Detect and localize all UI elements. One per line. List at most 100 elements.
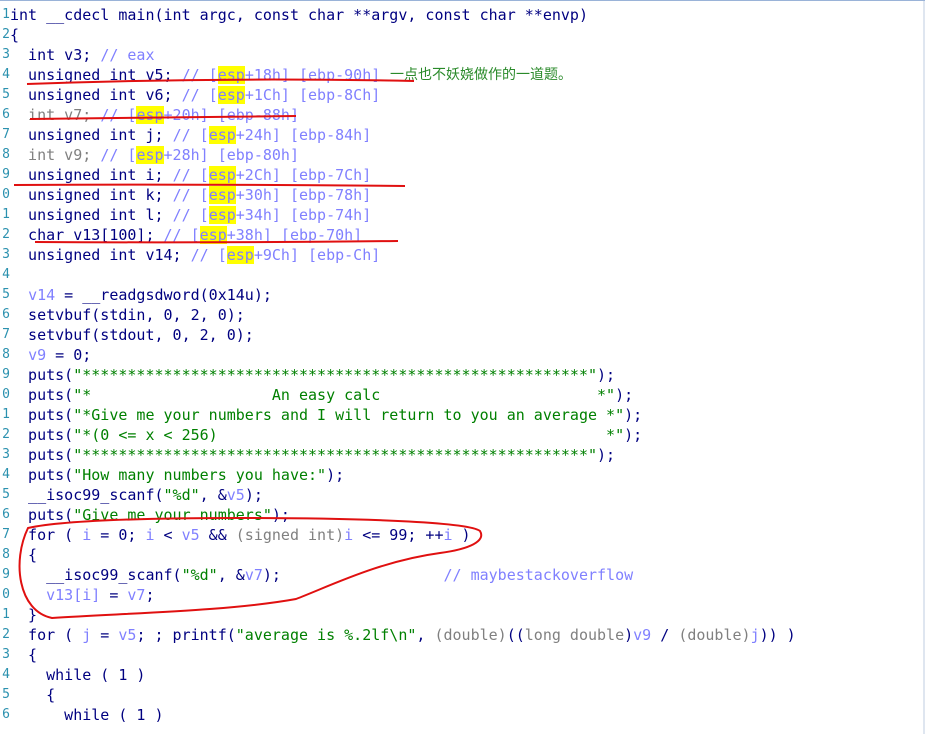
line-number: 8 xyxy=(2,147,10,162)
decl: unsigned int k; xyxy=(10,186,173,204)
comment: +1Ch] [ebp-8Ch] xyxy=(244,86,381,104)
code-line-23[interactable]: puts("**********************************… xyxy=(10,445,615,465)
stmt: ); xyxy=(597,446,616,464)
line-number: 0 xyxy=(2,587,10,602)
line-number: 5 xyxy=(2,287,10,302)
code-line-17[interactable]: setvbuf(stdout, 0, 2, 0); xyxy=(10,325,254,345)
code-line-25[interactable]: __isoc99_scanf("%d", &v5); xyxy=(10,485,263,505)
code-line-11[interactable]: unsigned int l; // [esp+34h] [ebp-74h] xyxy=(10,205,371,225)
decl: char v13[100]; xyxy=(10,226,164,244)
decl: int v9; xyxy=(10,146,101,164)
line-number: 3 xyxy=(2,647,10,662)
string: "* An easy calc *" xyxy=(73,386,616,404)
comment: // [ xyxy=(100,106,137,124)
stmt: < xyxy=(154,526,182,544)
code-line-29[interactable]: __isoc99_scanf("%d", &v7); // maybestack… xyxy=(10,565,633,585)
string: "average is %.2lf\n" xyxy=(235,626,417,644)
stmt: while ( 1 ) xyxy=(10,706,164,724)
line-number: 3 xyxy=(2,47,10,62)
code-line-9[interactable]: unsigned int i; // [esp+2Ch] [ebp-7Ch] xyxy=(10,165,371,185)
brace: { xyxy=(10,686,56,704)
stmt: ) xyxy=(452,526,471,544)
decl: unsigned int j; xyxy=(10,126,173,144)
variable: v9 xyxy=(28,346,47,364)
code-line-18[interactable]: v9 = 0; xyxy=(10,345,91,365)
decl: int v3; xyxy=(10,46,101,64)
code-line-24[interactable]: puts("How many numbers you have:"); xyxy=(10,465,344,485)
comment: // [ xyxy=(172,166,209,184)
code-line-20[interactable]: puts("* An easy calc *"); xyxy=(10,385,633,405)
variable: i xyxy=(344,526,354,544)
variable: v7 xyxy=(244,566,263,584)
cast: (signed int) xyxy=(235,526,345,544)
line-number: 6 xyxy=(2,507,10,522)
code-line-1[interactable]: int __cdecl main(int argc, const char **… xyxy=(10,5,588,25)
code-line-4[interactable]: unsigned int v5; // [esp+18h] [ebp-90h] xyxy=(10,65,380,85)
code-line-32[interactable]: for ( j = v5; ; printf("average is %.2lf… xyxy=(10,625,796,645)
line-number: 9 xyxy=(2,367,10,382)
code-line-2[interactable]: { xyxy=(10,25,19,45)
comment: +38h] [ebp-70h] xyxy=(226,226,363,244)
stmt: = xyxy=(91,626,119,644)
code-line-13[interactable]: unsigned int v14; // [esp+9Ch] [ebp-Ch] xyxy=(10,245,380,265)
string: "%d" xyxy=(181,566,218,584)
comment: +30h] [ebp-78h] xyxy=(235,186,372,204)
variable: i xyxy=(145,526,155,544)
code-line-12[interactable]: char v13[100]; // [esp+38h] [ebp-70h] xyxy=(10,225,362,245)
line-number: 2 xyxy=(2,427,10,442)
stmt: ); xyxy=(271,506,290,524)
code-line-19[interactable]: puts("**********************************… xyxy=(10,365,615,385)
line-number: 4 xyxy=(2,67,10,82)
code-line-21[interactable]: puts("*Give me your numbers and I will r… xyxy=(10,405,642,425)
stmt: puts( xyxy=(10,446,74,464)
stmt: while ( 1 ) xyxy=(10,666,146,684)
line-number: 6 xyxy=(2,107,10,122)
comment: +34h] [ebp-74h] xyxy=(235,206,372,224)
code-line-3[interactable]: int v3; // eax xyxy=(10,45,155,65)
line-number: 0 xyxy=(2,187,10,202)
code-line-10[interactable]: unsigned int k; // [esp+30h] [ebp-78h] xyxy=(10,185,371,205)
code-line-35[interactable]: { xyxy=(10,685,55,705)
code-line-27[interactable]: for ( i = 0; i < v5 && (signed int)i <= … xyxy=(10,525,471,545)
code-line-8[interactable]: int v9; // [esp+28h] [ebp-80h] xyxy=(10,145,299,165)
stmt: ) xyxy=(624,626,634,644)
code-line-5[interactable]: unsigned int v6; // [esp+1Ch] [ebp-8Ch] xyxy=(10,85,380,105)
code-line-30[interactable]: v13[i] = v7; xyxy=(10,585,154,605)
stmt: <= 99; ++ xyxy=(353,526,444,544)
line-number: 8 xyxy=(2,547,10,562)
line-number: 9 xyxy=(2,567,10,582)
decl: unsigned int i; xyxy=(10,166,173,184)
decl: unsigned int l; xyxy=(10,206,173,224)
pseudocode-editor[interactable]: 1 2 3 4 5 6 7 8 9 0 1 2 3 4 5 6 7 8 9 0 1 2 3 4 5 6 7 8 9 0 1 2 3 4 5 6 int… xyxy=(0,0,925,734)
variable: v13[i] xyxy=(46,586,101,604)
function-signature: int __cdecl main(int argc, const char **… xyxy=(10,6,588,24)
code-line-33[interactable]: { xyxy=(10,645,37,665)
stmt: ); xyxy=(262,566,281,584)
code-line-22[interactable]: puts("*(0 <= x < 256) *"); xyxy=(10,425,642,445)
comment: // [ xyxy=(172,206,209,224)
code-line-36[interactable]: while ( 1 ) xyxy=(10,705,164,725)
code-line-6[interactable]: int v7; // [esp+20h] [ebp-88h] xyxy=(10,105,299,125)
code-line-31[interactable]: } xyxy=(10,605,37,625)
line-number: 1 xyxy=(2,607,10,622)
stmt: for ( xyxy=(10,626,83,644)
highlight-esp: esp xyxy=(217,66,245,84)
stmt: __isoc99_scanf( xyxy=(10,566,182,584)
code-line-34[interactable]: while ( 1 ) xyxy=(10,665,145,685)
code-line-7[interactable]: unsigned int j; // [esp+24h] [ebp-84h] xyxy=(10,125,371,145)
highlight-esp: esp xyxy=(136,106,164,124)
code-line-16[interactable]: setvbuf(stdin, 0, 2, 0); xyxy=(10,305,245,325)
comment: // eax xyxy=(100,46,155,64)
comment: // [ xyxy=(190,246,227,264)
variable: v5 xyxy=(181,526,200,544)
line-number: 4 xyxy=(2,467,10,482)
code-line-15[interactable]: v14 = __readgsdword(0x14u); xyxy=(10,285,272,305)
line-number: 4 xyxy=(2,667,10,682)
stmt: )) ) xyxy=(759,626,796,644)
line-number: 3 xyxy=(2,247,10,262)
line-number: 7 xyxy=(2,127,10,142)
line-number: 1 xyxy=(2,7,10,22)
code-line-26[interactable]: puts("Give me your numbers"); xyxy=(10,505,290,525)
stmt xyxy=(10,346,28,364)
code-line-28[interactable]: { xyxy=(10,545,37,565)
